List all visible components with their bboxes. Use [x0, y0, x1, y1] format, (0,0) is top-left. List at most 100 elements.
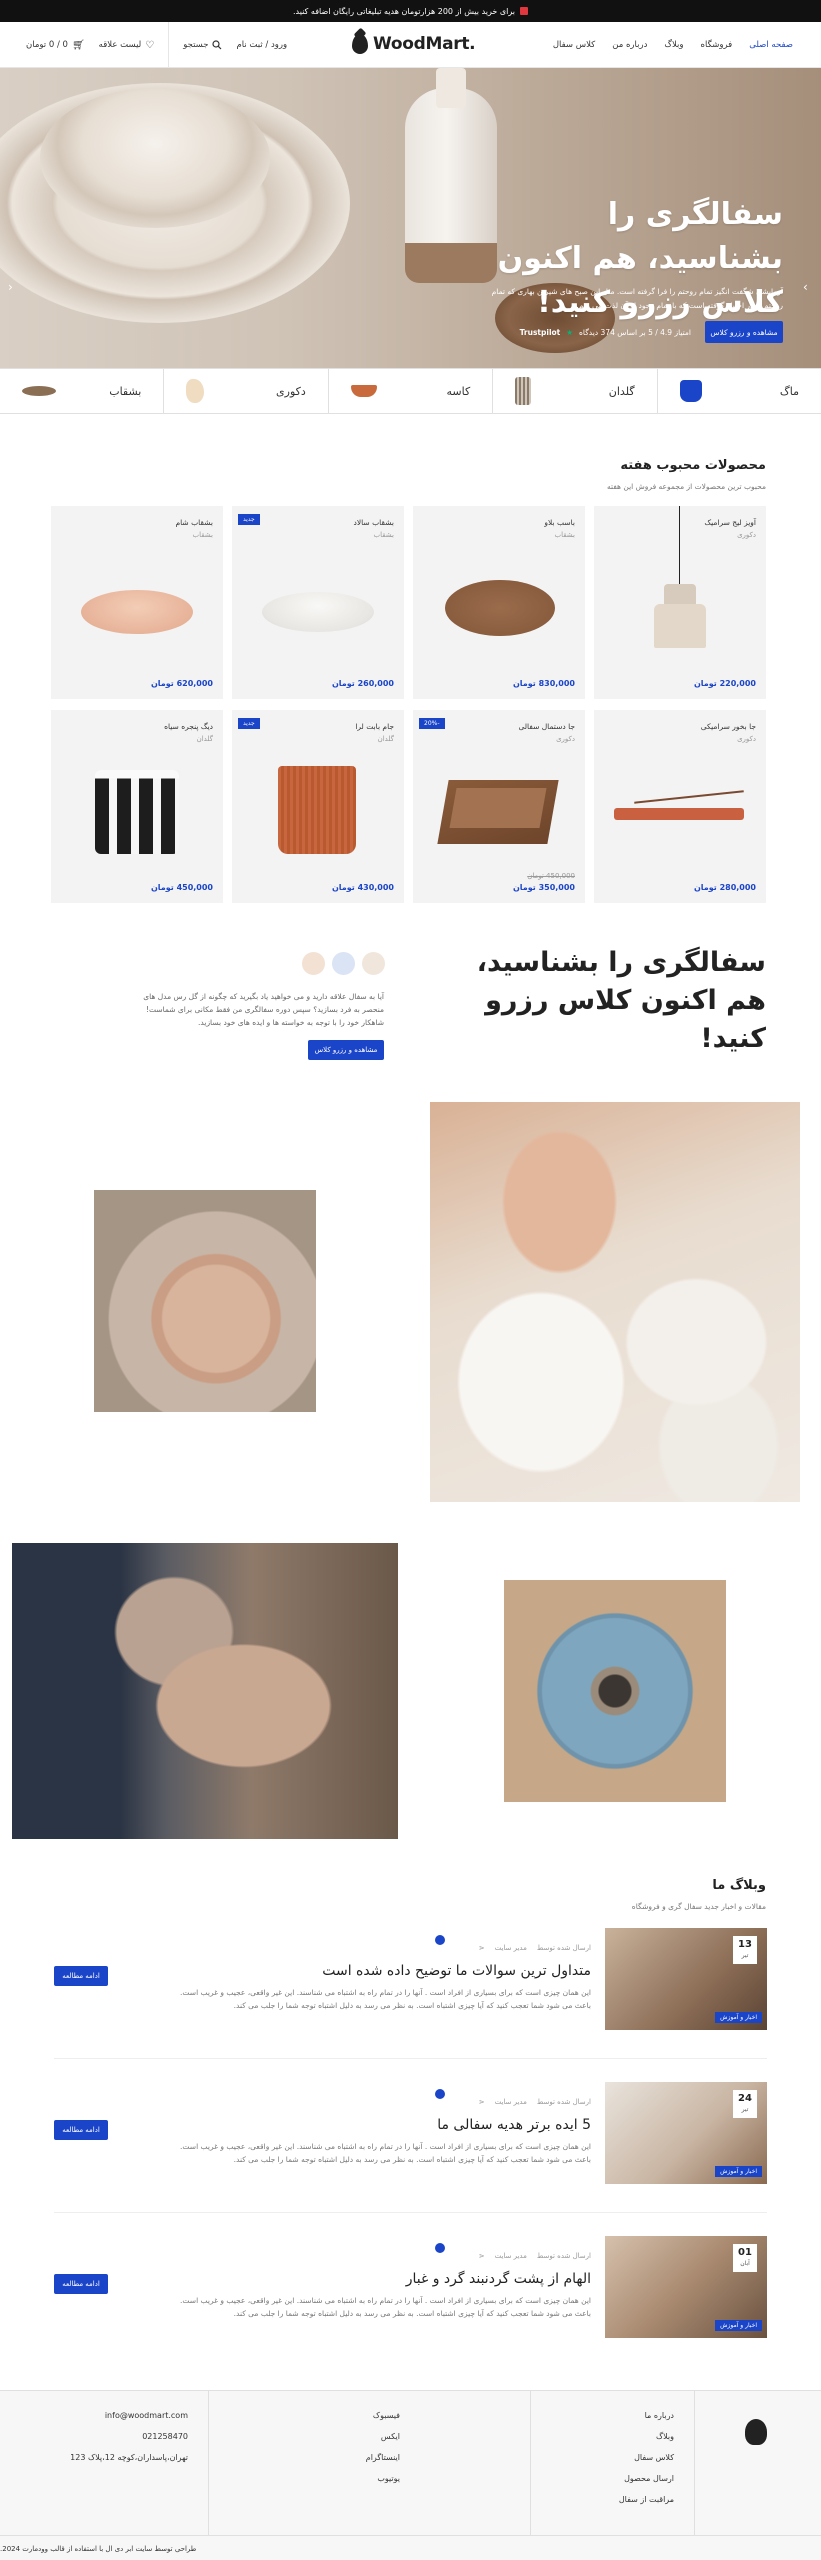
- product-card[interactable]: جدید جام بابت لرا گلدان 430,000 تومان: [232, 710, 404, 903]
- post-date: 24 تیر: [733, 2090, 757, 2118]
- pink-plate-image: [81, 590, 193, 634]
- wishlist-button[interactable]: ♡ لیست علاقه: [99, 40, 155, 51]
- logo-drop-icon: [352, 34, 368, 54]
- hero-book-button[interactable]: مشاهده و رزرو کلاس: [705, 321, 783, 343]
- blog-title: وبلاگ ما: [712, 1878, 766, 1893]
- post-author[interactable]: مدیر سایت: [495, 2252, 527, 2260]
- post-title[interactable]: الهام از پشت گردنبند گرد و غبار: [406, 2271, 591, 2287]
- header-actions: ورود / ثبت نام جستجو ♡ لیست علاقه 🛒︎ 0 /…: [26, 22, 287, 68]
- product-card[interactable]: آویز لیج سرامیک دکوری 220,000 تومان: [594, 506, 766, 699]
- promo-text: برای خرید بیش از 200 هزارتومان هدیه تبلی…: [292, 6, 516, 16]
- post-date: 13 تیر: [733, 1936, 757, 1964]
- incense-holder-image: [614, 808, 744, 820]
- prev-arrow-icon[interactable]: ‹: [8, 280, 13, 294]
- post-author-label: ارسال شده توسط: [536, 2252, 591, 2260]
- avatar: [330, 950, 357, 977]
- category-strip: ماگ گلدان کاسه دکوری بشقاب: [0, 368, 821, 414]
- product-price: 830,000 تومان: [512, 679, 575, 688]
- nav-shop[interactable]: فروشگاه: [701, 40, 733, 50]
- product-card[interactable]: دیگ پنجره سیاه گلدان 450,000 تومان: [51, 710, 223, 903]
- footer-email[interactable]: info@woodmart.com: [70, 2405, 188, 2426]
- copyright-text: طراحی توسط سایت ابر دی ال با استفاده از …: [0, 2544, 197, 2553]
- cart-button[interactable]: 🛒︎ 0 / 0 تومان: [26, 40, 85, 51]
- class-title: سفالگری را بشناسید، هم اکنون کلاس رزرو ک…: [476, 947, 766, 1054]
- vase-icon: [515, 377, 532, 405]
- product-card[interactable]: جدید بشقاب سالاد بشقاب 260,000 تومان: [232, 506, 404, 699]
- product-card[interactable]: باسب بلاو بشقاب 830,000 تومان: [413, 506, 585, 699]
- footer-links: درباره ما وبلاگ کلاس سفال ارسال محصول مر…: [619, 2405, 674, 2510]
- post-title[interactable]: متداول ترین سوالات ما توضیح داده شده است: [322, 1963, 591, 1979]
- post-excerpt: این همان چیزی است که برای بسیاری از افرا…: [180, 1988, 591, 2010]
- product-name[interactable]: جا بخور سرامیکی: [701, 722, 756, 731]
- cart-icon: 🛒︎: [71, 39, 85, 51]
- product-name[interactable]: بشقاب سالاد: [354, 518, 395, 527]
- footer-phone[interactable]: 021258470: [70, 2426, 188, 2447]
- share-icon[interactable]: ⋖: [479, 1944, 485, 1952]
- product-card[interactable]: بشقاب شام بشقاب 620,000 تومان: [51, 506, 223, 699]
- nav-blog[interactable]: وبلاگ: [664, 40, 683, 50]
- site-footer: درباره ما وبلاگ کلاس سفال ارسال محصول مر…: [0, 2390, 821, 2560]
- footer-col-links: درباره ما وبلاگ کلاس سفال ارسال محصول مر…: [530, 2391, 694, 2535]
- product-name[interactable]: جا دستمال سفالی: [518, 722, 575, 731]
- product-card[interactable]: -20% جا دستمال سفالی دکوری 350,000 تومان…: [413, 710, 585, 903]
- post-title[interactable]: 5 ایده برتر هدیه سفالی ما: [437, 2117, 591, 2133]
- category-bowl[interactable]: کاسه: [327, 369, 492, 413]
- footer-social-link[interactable]: اینستاگرام: [366, 2447, 400, 2468]
- product-price: 350,000 تومان: [512, 883, 575, 892]
- product-name[interactable]: بشقاب شام: [175, 518, 213, 527]
- product-name[interactable]: باسب بلاو: [544, 518, 575, 527]
- post-excerpt: این همان چیزی است که برای بسیاری از افرا…: [180, 2142, 591, 2164]
- footer-link[interactable]: وبلاگ: [619, 2426, 674, 2447]
- nav-class[interactable]: کلاس سفال: [553, 40, 595, 50]
- category-mug[interactable]: ماگ: [656, 369, 821, 413]
- nav-home[interactable]: صفحه اصلی: [749, 40, 793, 50]
- product-name[interactable]: جام بابت لرا: [355, 722, 394, 731]
- post-tag[interactable]: اخبار و آموزش: [715, 2320, 762, 2331]
- post-format-icon: [435, 2243, 445, 2253]
- category-decor[interactable]: دکوری: [163, 369, 327, 413]
- footer-social-link[interactable]: یوتیوب: [366, 2468, 400, 2489]
- class-book-button[interactable]: مشاهده و رزرو کلاس: [308, 1040, 384, 1060]
- footer-social-link[interactable]: فیسبوک: [366, 2405, 400, 2426]
- post-author[interactable]: مدیر سایت: [495, 1944, 527, 1952]
- post-meta: ارسال شده توسط مدیر سایت ⋖: [479, 2098, 591, 2106]
- footer-link[interactable]: کلاس سفال: [619, 2447, 674, 2468]
- read-more-button[interactable]: ادامه مطالعه: [54, 1966, 108, 1986]
- blog-post: 01 آبان اخبار و آموزش ارسال شده توسط مدیر…: [0, 2236, 821, 2338]
- search-button[interactable]: جستجو: [183, 40, 222, 50]
- post-tag[interactable]: اخبار و آموزش: [715, 2166, 762, 2177]
- product-price: 450,000 تومان: [150, 883, 213, 892]
- post-tag[interactable]: اخبار و آموزش: [715, 2012, 762, 2023]
- footer-link[interactable]: درباره ما: [619, 2405, 674, 2426]
- post-excerpt: این همان چیزی است که برای بسیاری از افرا…: [180, 2296, 591, 2318]
- hero-slider: ‹ › سفالگری را بشناسید، هم اکنون کلاس رز…: [0, 68, 821, 368]
- read-more-button[interactable]: ادامه مطالعه: [54, 2274, 108, 2294]
- footer-link[interactable]: ارسال محصول: [619, 2468, 674, 2489]
- class-text: آیا به سفال علاقه دارید و می خواهید یاد …: [143, 992, 384, 1027]
- rating-text: امتیاز 4.9 / 5 بر اساس 374 دیدگاه: [579, 327, 691, 337]
- share-icon[interactable]: ⋖: [479, 2252, 485, 2260]
- product-name[interactable]: دیگ پنجره سیاه: [164, 722, 213, 731]
- post-meta: ارسال شده توسط مدیر سایت ⋖: [479, 1944, 591, 1952]
- product-name[interactable]: آویز لیج سرامیک: [704, 518, 756, 527]
- post-author[interactable]: مدیر سایت: [495, 2098, 527, 2106]
- login-link[interactable]: ورود / ثبت نام: [236, 40, 287, 50]
- search-label: جستجو: [183, 40, 209, 50]
- blog-post: 24 تیر اخبار و آموزش ارسال شده توسط مدیر …: [0, 2082, 821, 2184]
- logo[interactable]: WoodMart.: [352, 34, 476, 54]
- footer-link[interactable]: مراقبت از سفال: [619, 2489, 674, 2510]
- main-nav: صفحه اصلی فروشگاه وبلاگ درباره من کلاس س…: [553, 22, 793, 68]
- read-more-button[interactable]: ادامه مطالعه: [54, 2120, 108, 2140]
- share-icon[interactable]: ⋖: [479, 2098, 485, 2106]
- avatar: [300, 950, 327, 977]
- category-plate[interactable]: بشقاب: [0, 369, 163, 413]
- post-meta: ارسال شده توسط مدیر سایت ⋖: [479, 2252, 591, 2260]
- footer-social-link[interactable]: ایکس: [366, 2426, 400, 2447]
- nav-about[interactable]: درباره من: [612, 40, 647, 50]
- next-arrow-icon[interactable]: ›: [803, 280, 808, 294]
- post-month: تیر: [741, 1952, 749, 1959]
- post-format-icon: [435, 2089, 445, 2099]
- product-card[interactable]: جا بخور سرامیکی دکوری 280,000 تومان: [594, 710, 766, 903]
- white-plate-image: [262, 592, 374, 632]
- category-vase[interactable]: گلدان: [492, 369, 656, 413]
